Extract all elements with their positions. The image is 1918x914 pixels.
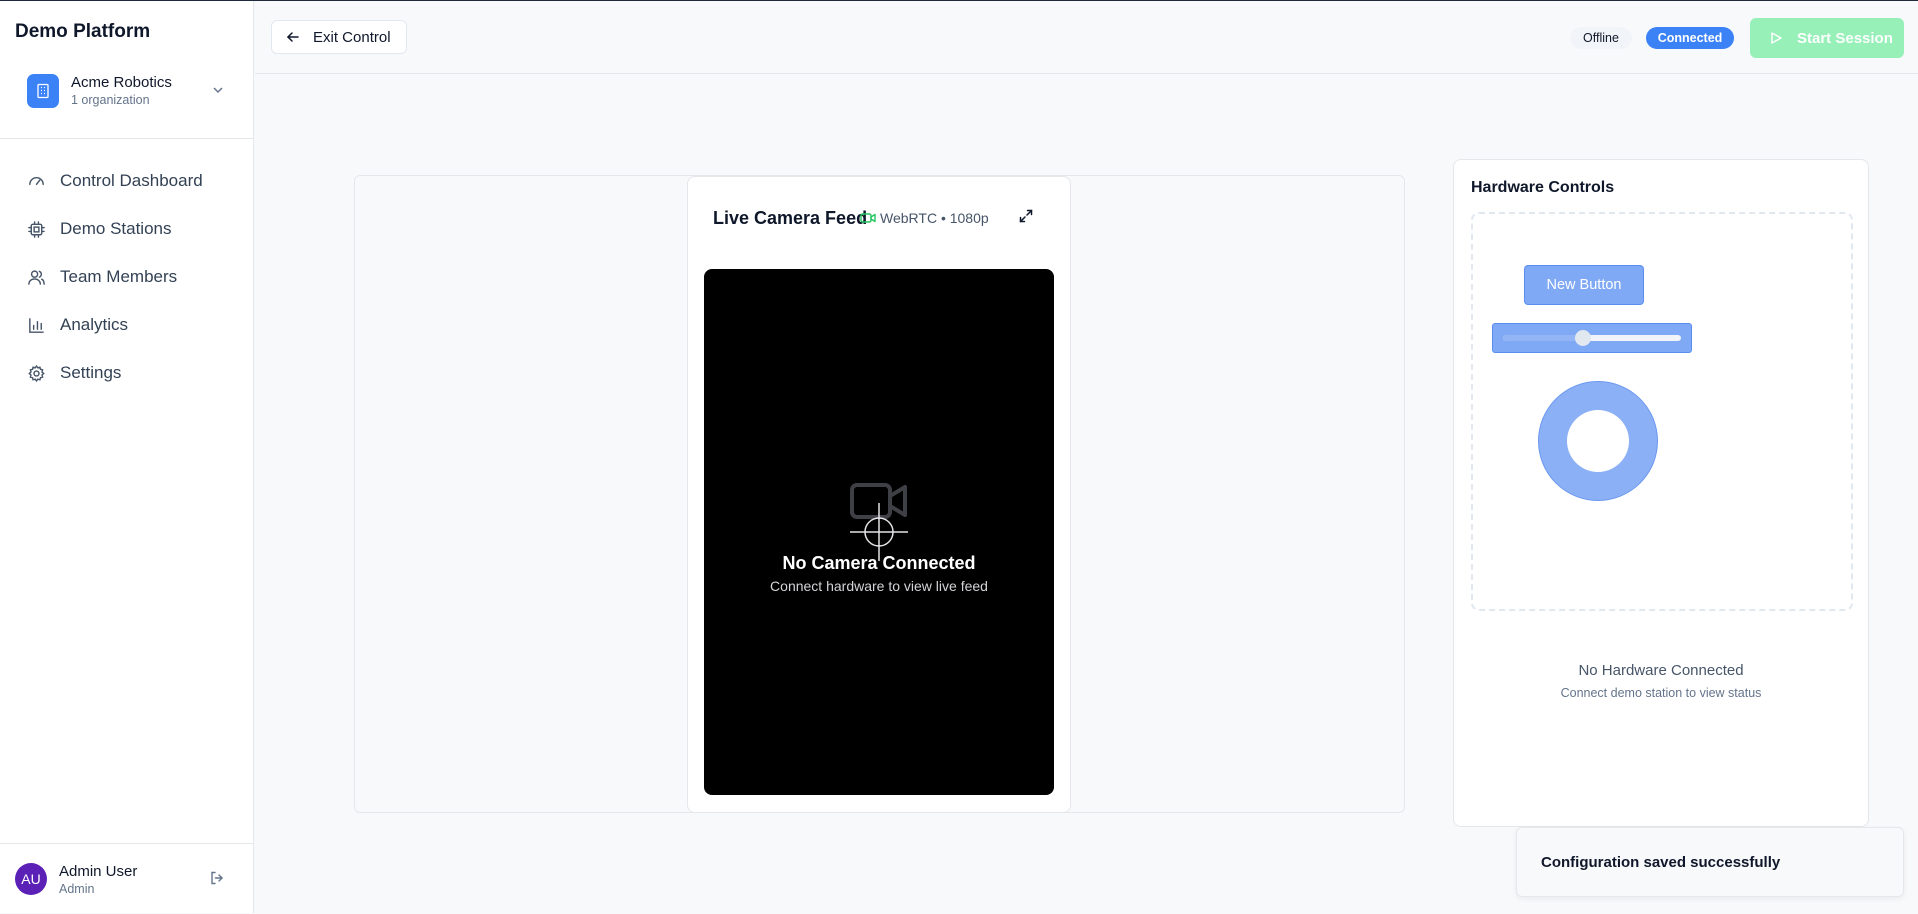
- avatar: AU: [15, 863, 47, 895]
- top-bar: Exit Control Offline Connected Start Ses…: [255, 1, 1918, 74]
- exit-control-label: Exit Control: [313, 28, 391, 46]
- sidebar-item-demo-stations[interactable]: Demo Stations: [15, 205, 239, 253]
- sidebar-item-settings[interactable]: Settings: [15, 349, 239, 397]
- no-hardware-title: No Hardware Connected: [1578, 662, 1744, 679]
- sidebar-item-label: Control Dashboard: [60, 171, 203, 190]
- no-hardware-subtitle: Connect demo station to view status: [1560, 686, 1762, 700]
- user-name: Admin User: [59, 863, 138, 880]
- slider-fill: [1503, 335, 1583, 341]
- camera-stream-info: WebRTC • 1080p: [860, 210, 989, 226]
- video-icon: [860, 213, 876, 223]
- sidebar-divider: [0, 138, 254, 139]
- play-icon: [1771, 32, 1782, 44]
- camera-feed-card: Live Camera Feed WebRTC • 1080p No Camer…: [687, 176, 1071, 813]
- users-icon: [28, 269, 45, 285]
- slider-control[interactable]: [1492, 323, 1692, 353]
- brand-title: Demo Platform: [15, 21, 151, 42]
- toast-notification: Configuration saved successfully: [1516, 827, 1904, 897]
- user-role: Admin: [59, 882, 95, 896]
- status-badge-offline: Offline: [1570, 27, 1632, 49]
- toast-message: Configuration saved successfully: [1541, 854, 1781, 871]
- slider-track: [1503, 330, 1681, 346]
- hardware-drop-zone[interactable]: New Button: [1471, 212, 1853, 611]
- start-session-label: Start Session: [1797, 29, 1893, 47]
- bar-chart-icon: [29, 317, 44, 333]
- logout-icon[interactable]: [209, 870, 225, 886]
- organization-name: Acme Robotics: [71, 74, 172, 91]
- building-icon: [27, 74, 59, 108]
- sidebar-item-label: Analytics: [60, 315, 129, 334]
- camera-feed-title: Live Camera Feed: [713, 208, 868, 228]
- hardware-controls-title: Hardware Controls: [1471, 179, 1615, 196]
- sidebar-item-team-members[interactable]: Team Members: [15, 253, 239, 301]
- no-camera-subtitle: Connect hardware to view live feed: [770, 578, 988, 594]
- gear-icon: [28, 364, 45, 382]
- sidebar-item-label: Settings: [60, 363, 122, 382]
- cpu-icon: [28, 220, 45, 238]
- new-button-control[interactable]: New Button: [1524, 265, 1644, 305]
- slider-thumb[interactable]: [1575, 330, 1591, 346]
- gauge-icon: [29, 176, 44, 185]
- knob-center: [1567, 410, 1629, 472]
- sidebar-item-analytics[interactable]: Analytics: [15, 301, 239, 349]
- status-badge-connected: Connected: [1646, 27, 1734, 49]
- video-viewport[interactable]: No Camera Connected Connect hardware to …: [704, 269, 1054, 795]
- organization-switcher[interactable]: Acme Robotics 1 organization: [15, 67, 239, 117]
- user-profile: AU Admin User Admin: [15, 863, 239, 896]
- start-session-button[interactable]: Start Session: [1750, 18, 1904, 58]
- exit-control-button[interactable]: Exit Control: [271, 20, 407, 54]
- no-camera-title: No Camera Connected: [782, 553, 976, 573]
- sidebar: Demo Platform Acme Robotics 1 organizati…: [0, 1, 254, 913]
- chevron-down-icon: [213, 87, 223, 94]
- arrow-left-icon: [286, 32, 299, 42]
- camera-stream-meta: WebRTC • 1080p: [880, 210, 989, 226]
- organization-count: 1 organization: [71, 93, 150, 107]
- hardware-controls-card: Hardware Controls New Button No Hardware…: [1453, 159, 1869, 827]
- sidebar-item-control-dashboard[interactable]: Control Dashboard: [15, 157, 239, 205]
- sidebar-item-label: Team Members: [60, 267, 178, 286]
- rotary-knob-control[interactable]: [1538, 381, 1658, 501]
- sidebar-nav: Control Dashboard Demo Stations Team Mem…: [15, 157, 239, 397]
- sidebar-divider: [0, 843, 254, 844]
- expand-icon[interactable]: [1018, 208, 1034, 224]
- sidebar-item-label: Demo Stations: [60, 219, 172, 238]
